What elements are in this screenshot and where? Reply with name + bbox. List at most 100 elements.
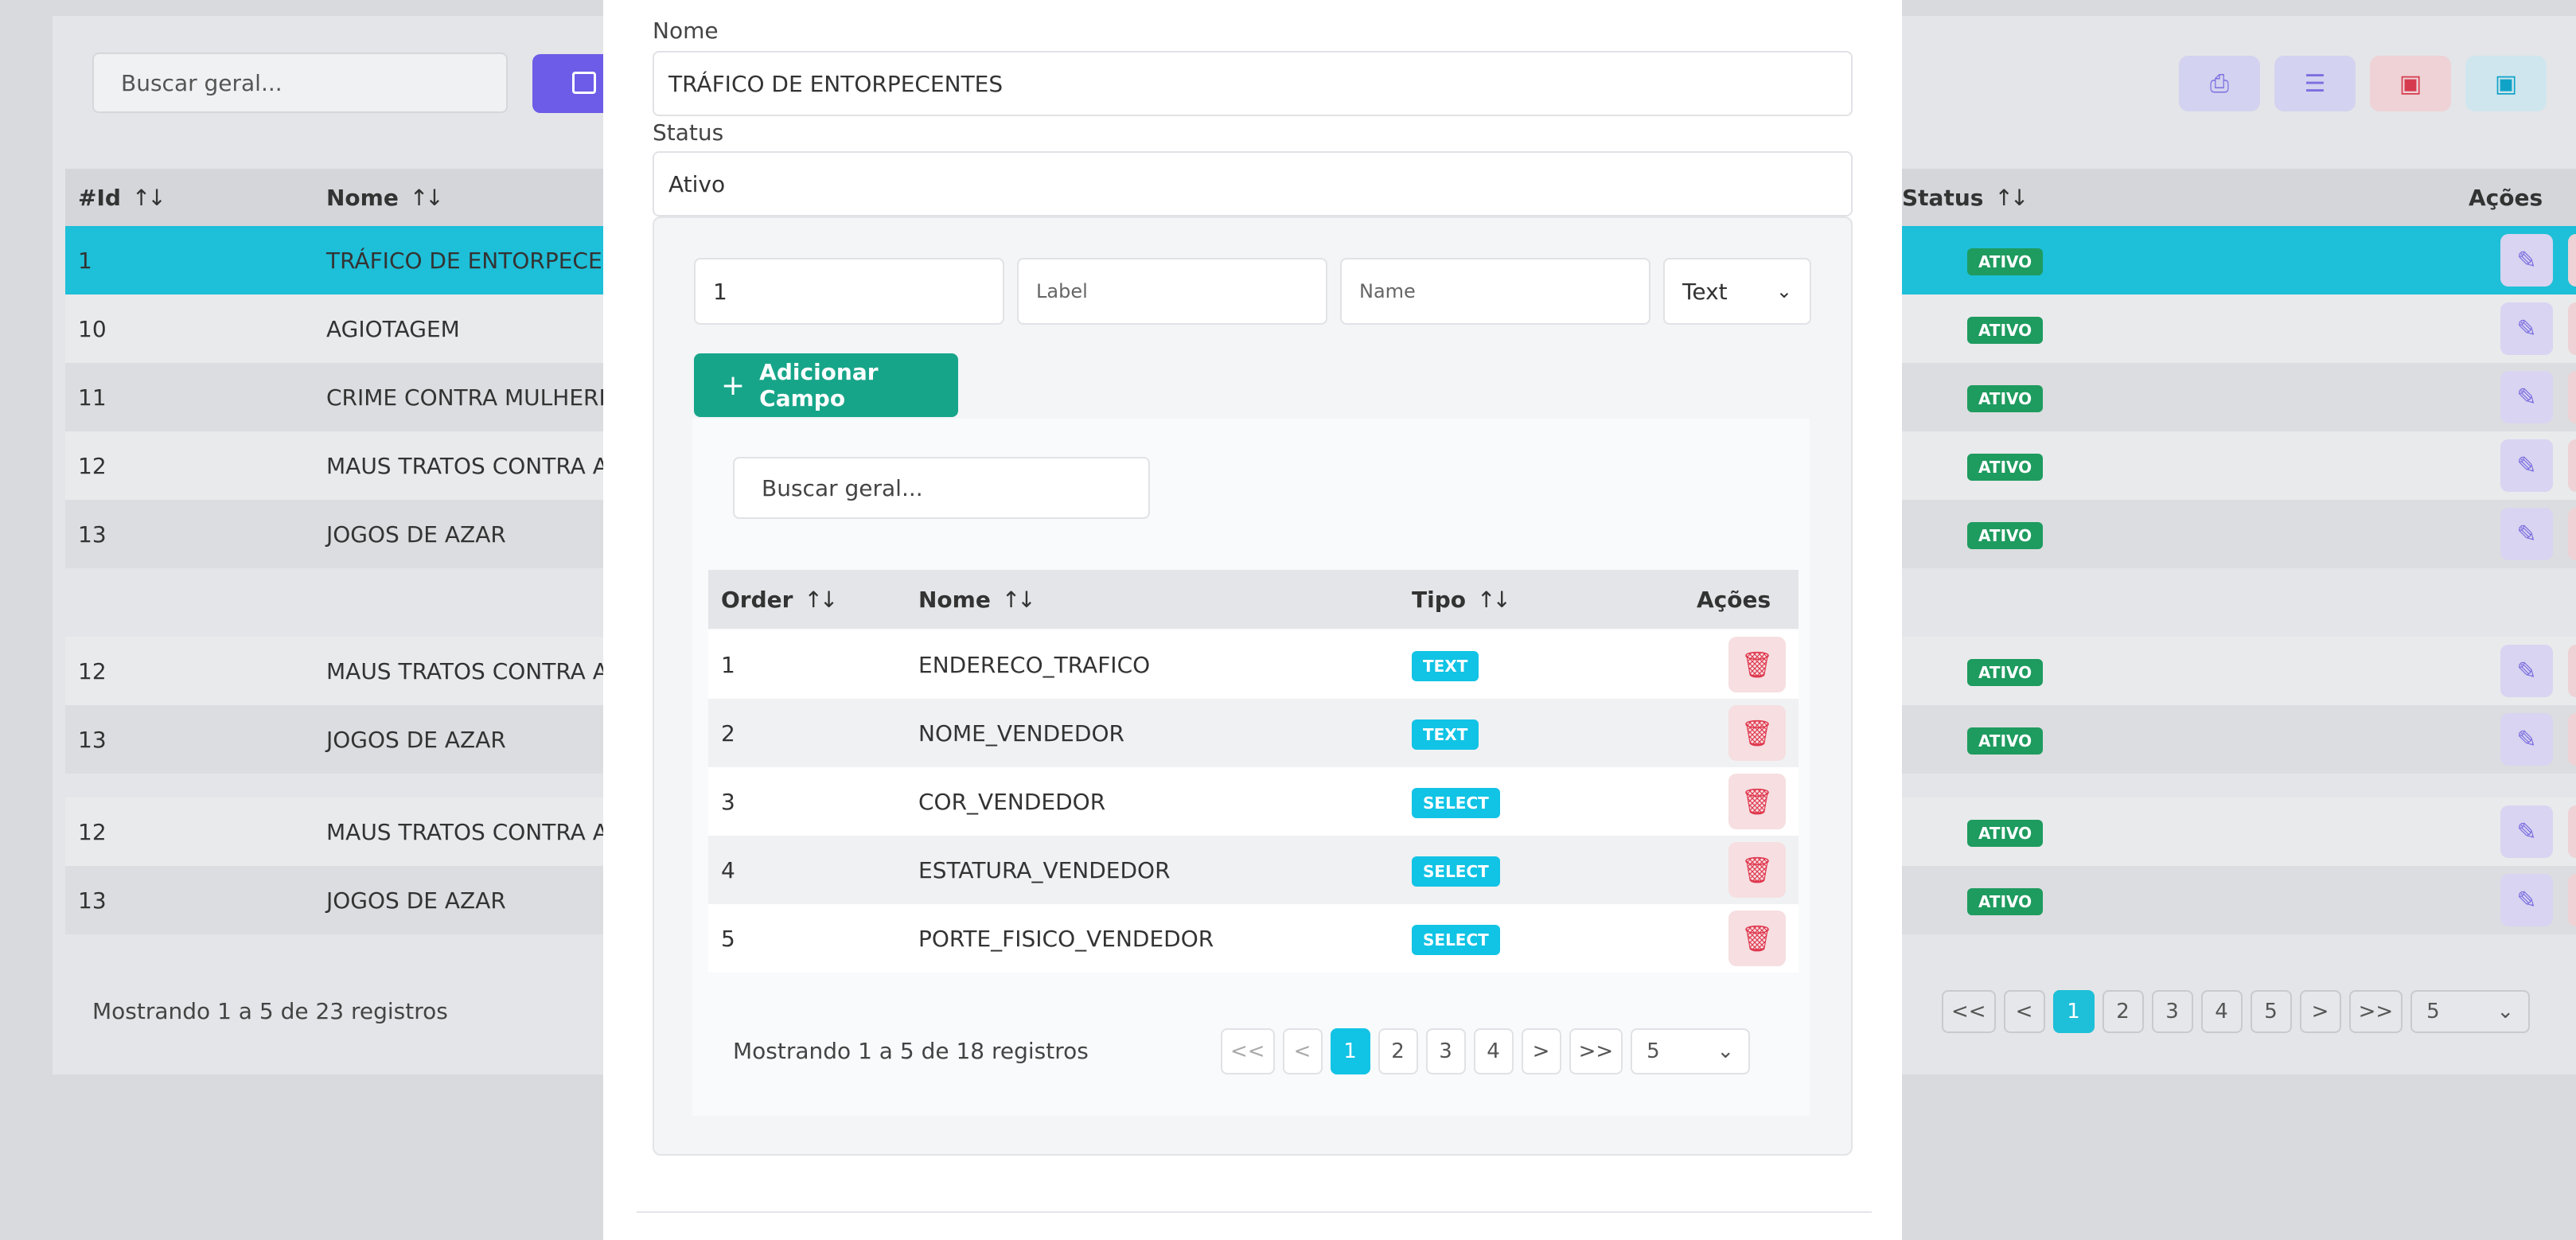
page-size-value: 5 bbox=[2426, 1000, 2440, 1024]
page-size-select[interactable]: 5 ⌄ bbox=[2410, 990, 2531, 1033]
export-excel-button[interactable]: ▣ bbox=[2465, 56, 2547, 111]
nome-label: Nome bbox=[653, 18, 719, 44]
order-input[interactable]: 1 bbox=[694, 258, 1004, 325]
delete-field-button[interactable]: 🗑 bbox=[1728, 911, 1786, 966]
print-button[interactable]: ⎙ bbox=[2179, 56, 2260, 111]
delete-button[interactable]: 🗑 bbox=[2568, 874, 2576, 926]
delete-field-button[interactable]: 🗑 bbox=[1728, 637, 1786, 692]
field-row[interactable]: 3 COR_VENDEDOR SELECT 🗑 bbox=[708, 767, 1799, 836]
pencil-icon: ✎ bbox=[2516, 817, 2537, 846]
list-button[interactable]: ☰ bbox=[2274, 56, 2356, 111]
delete-button[interactable]: 🗑 bbox=[2568, 439, 2576, 492]
delete-field-button[interactable]: 🗑 bbox=[1728, 705, 1786, 761]
sort-icon: ↑↓ bbox=[1994, 184, 2028, 211]
pager-last[interactable]: >> bbox=[2348, 990, 2403, 1033]
field-nome: NOME_VENDEDOR bbox=[918, 719, 1124, 747]
pager-first[interactable]: << bbox=[1942, 990, 1996, 1033]
pager-page[interactable]: 3 bbox=[1425, 1028, 1466, 1074]
sort-icon: ↑↓ bbox=[1476, 586, 1511, 613]
delete-button[interactable]: 🗑 bbox=[2568, 645, 2576, 697]
column-order[interactable]: Order ↑↓ bbox=[721, 570, 838, 629]
delete-field-button[interactable]: 🗑 bbox=[1728, 774, 1786, 829]
pager-first[interactable]: << bbox=[1221, 1028, 1275, 1074]
pencil-icon: ✎ bbox=[2516, 383, 2537, 411]
field-row[interactable]: 2 NOME_VENDEDOR TEXT 🗑 bbox=[708, 699, 1799, 767]
sort-icon: ↑↓ bbox=[409, 184, 444, 211]
pager-page[interactable]: 1 bbox=[2052, 990, 2095, 1033]
edit-button[interactable]: ✎ bbox=[2500, 713, 2553, 766]
row-id: 1 bbox=[78, 247, 92, 274]
type-select[interactable]: Text ⌄ bbox=[1663, 258, 1811, 325]
chevron-down-icon: ⌄ bbox=[1717, 1039, 1735, 1063]
status-select[interactable]: Ativo bbox=[653, 151, 1853, 216]
field-nome: PORTE_FISICO_VENDEDOR bbox=[918, 925, 1214, 952]
delete-button[interactable]: 🗑 bbox=[2568, 508, 2576, 560]
column-nome[interactable]: Nome ↑↓ bbox=[918, 570, 1036, 629]
column-id[interactable]: #Id ↑↓ bbox=[78, 169, 166, 226]
modal-footer-divider bbox=[637, 1211, 1872, 1213]
delete-button[interactable]: 🗑 bbox=[2568, 234, 2576, 287]
pager-next[interactable]: > bbox=[2299, 990, 2341, 1033]
delete-button[interactable]: 🗑 bbox=[2568, 371, 2576, 423]
row-nome: JOGOS DE AZAR bbox=[326, 521, 506, 548]
field-row[interactable]: 1 ENDERECO_TRAFICO TEXT 🗑 bbox=[708, 630, 1799, 699]
row-id: 12 bbox=[78, 818, 107, 845]
page-size-select[interactable]: 5 ⌄ bbox=[1631, 1028, 1751, 1074]
folder-download-icon: ▣ bbox=[2494, 69, 2518, 98]
chevron-down-icon: ⌄ bbox=[1775, 280, 1792, 302]
edit-button[interactable]: ✎ bbox=[2500, 805, 2553, 858]
edit-button[interactable]: ✎ bbox=[2500, 508, 2553, 560]
delete-field-button[interactable]: 🗑 bbox=[1728, 842, 1786, 898]
pager-page[interactable]: 5 bbox=[2250, 990, 2292, 1033]
field-row[interactable]: 5 PORTE_FISICO_VENDEDOR SELECT 🗑 bbox=[708, 904, 1799, 973]
label-input[interactable]: Label bbox=[1017, 258, 1327, 325]
edit-button[interactable]: ✎ bbox=[2500, 874, 2553, 926]
row-id: 12 bbox=[78, 452, 107, 479]
pager-page[interactable]: 2 bbox=[2102, 990, 2144, 1033]
export-pdf-button[interactable]: ▣ bbox=[2370, 56, 2451, 111]
status-badge: ATIVO bbox=[1967, 522, 2044, 549]
pager-page[interactable]: 4 bbox=[2200, 990, 2243, 1033]
pencil-icon: ✎ bbox=[2516, 314, 2537, 343]
pager-page[interactable]: 2 bbox=[1378, 1028, 1418, 1074]
pager-prev[interactable]: < bbox=[1282, 1028, 1323, 1074]
name-input[interactable]: Name bbox=[1340, 258, 1650, 325]
fields-pagination: << < 1 2 3 4 > >> 5 ⌄ bbox=[1221, 1028, 1751, 1074]
edit-button[interactable]: ✎ bbox=[2500, 371, 2553, 423]
delete-button[interactable]: 🗑 bbox=[2568, 302, 2576, 355]
pager-page[interactable]: 3 bbox=[2151, 990, 2193, 1033]
add-field-button[interactable]: + Adicionar Campo bbox=[694, 353, 958, 417]
pager-next[interactable]: > bbox=[1521, 1028, 1561, 1074]
fields-search-input[interactable]: Buscar geral... bbox=[733, 457, 1150, 519]
status-badge: ATIVO bbox=[1967, 820, 2044, 847]
row-nome: MAUS TRATOS CONTRA AN bbox=[326, 818, 625, 845]
delete-button[interactable]: 🗑 bbox=[2568, 805, 2576, 858]
delete-button[interactable]: 🗑 bbox=[2568, 713, 2576, 766]
type-badge: SELECT bbox=[1412, 788, 1500, 818]
row-nome: CRIME CONTRA MULHERES bbox=[326, 384, 627, 411]
pager-page[interactable]: 4 bbox=[1473, 1028, 1514, 1074]
column-nome[interactable]: Nome ↑↓ bbox=[326, 169, 444, 226]
edit-button[interactable]: ✎ bbox=[2500, 645, 2553, 697]
pager-prev[interactable]: < bbox=[2003, 990, 2045, 1033]
add-field-label: Adicionar Campo bbox=[759, 359, 879, 411]
status-badge: ATIVO bbox=[1967, 727, 2044, 755]
edit-button[interactable]: ✎ bbox=[2500, 234, 2553, 287]
column-tipo[interactable]: Tipo ↑↓ bbox=[1412, 570, 1511, 629]
row-id: 13 bbox=[78, 887, 107, 914]
pager-last[interactable]: >> bbox=[1569, 1028, 1623, 1074]
background-records-summary: Mostrando 1 a 5 de 23 registros bbox=[92, 998, 448, 1024]
add-folder-icon bbox=[572, 72, 596, 94]
field-row[interactable]: 4 ESTATURA_VENDEDOR SELECT 🗑 bbox=[708, 836, 1799, 904]
type-badge: TEXT bbox=[1412, 719, 1479, 750]
column-status[interactable]: Status ↑↓ bbox=[1902, 169, 2028, 226]
status-badge: ATIVO bbox=[1967, 454, 2044, 481]
pager-page[interactable]: 1 bbox=[1330, 1028, 1370, 1074]
row-id: 11 bbox=[78, 384, 107, 411]
nome-input[interactable]: TRÁFICO DE ENTORPECENTES bbox=[653, 51, 1853, 116]
pencil-icon: ✎ bbox=[2516, 886, 2537, 914]
background-search-input[interactable]: Buscar geral... bbox=[92, 53, 508, 113]
edit-button[interactable]: ✎ bbox=[2500, 439, 2553, 492]
pencil-icon: ✎ bbox=[2516, 246, 2537, 275]
edit-button[interactable]: ✎ bbox=[2500, 302, 2553, 355]
